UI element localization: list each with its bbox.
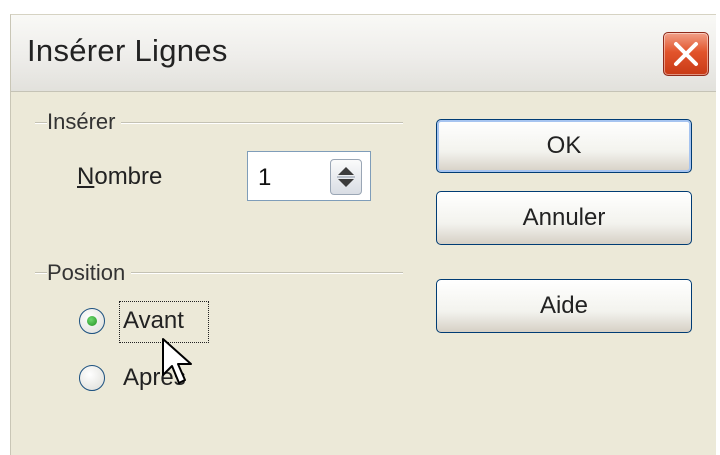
dialog-title: Insérer Lignes — [27, 33, 228, 68]
help-button[interactable]: Aide — [436, 279, 692, 333]
cancel-button[interactable]: Annuler — [436, 191, 692, 245]
position-group-label: Position — [47, 260, 132, 286]
radio-avant-label[interactable]: Avant — [123, 307, 184, 335]
count-spinbox[interactable]: 1 — [247, 151, 371, 201]
insert-group-label: Insérer — [47, 109, 122, 135]
count-label-text: ombre — [94, 163, 163, 190]
close-x-icon — [674, 42, 698, 66]
radio-selected-dot — [87, 316, 97, 326]
count-spinner-buttons[interactable] — [330, 159, 362, 195]
insert-rows-dialog: Insérer Lignes Insérer Nombre 1 Position… — [10, 14, 716, 455]
mouse-pointer-icon — [162, 338, 192, 384]
up-down-arrows-icon — [337, 167, 355, 187]
radio-avant[interactable] — [79, 308, 105, 334]
count-label-mnemonic: N — [77, 163, 95, 190]
count-input[interactable]: 1 — [258, 164, 271, 192]
radio-apres[interactable] — [79, 365, 105, 391]
count-label: Nombre — [77, 163, 162, 191]
title-bar[interactable]: Insérer Lignes — [11, 15, 716, 92]
close-button[interactable] — [663, 32, 709, 76]
ok-button[interactable]: OK — [436, 119, 692, 173]
